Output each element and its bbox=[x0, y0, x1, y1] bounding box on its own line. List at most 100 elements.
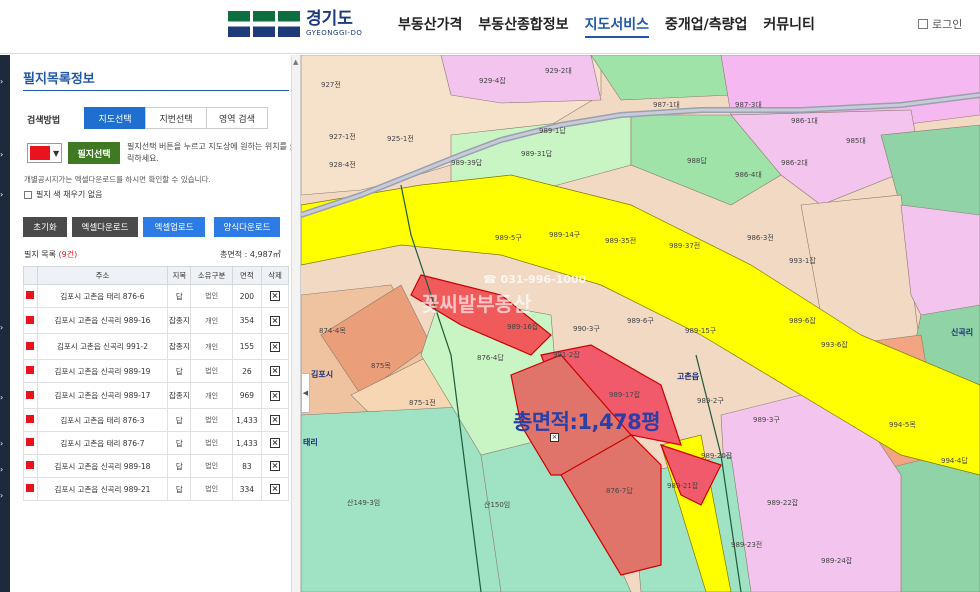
row-owner: 개인 bbox=[190, 382, 233, 409]
template-download-button[interactable]: 양식다운로드 bbox=[214, 217, 280, 237]
strip-marker-icon: › bbox=[0, 77, 4, 86]
nav-item-community[interactable]: 커뮤니티 bbox=[763, 14, 815, 38]
table-row[interactable]: 김포시 고촌읍 태리 876-3 답 법인 1,433 × bbox=[23, 408, 290, 432]
row-address: 김포시 고촌읍 신곡리 989-19 bbox=[36, 359, 169, 383]
parcel-label: 989-6잡 bbox=[789, 316, 816, 325]
cadastral-map[interactable]: 929-4잡 929-2대 927전 927-1전 925-1전 928-4전 … bbox=[301, 55, 980, 592]
row-color-cell bbox=[23, 307, 38, 334]
panel-scrollbar[interactable]: ▲ bbox=[291, 55, 300, 592]
parcel-label: 989-1답 bbox=[539, 126, 566, 135]
nav-item-info[interactable]: 부동산종합정보 bbox=[478, 14, 568, 38]
parcel-select-description: 필지선택 버튼을 누르고 지도상에 원하는 위치를 클릭하세요. bbox=[127, 142, 297, 163]
delete-icon[interactable]: × bbox=[269, 341, 280, 352]
parcel-label: 986-1대 bbox=[791, 117, 818, 125]
row-delete[interactable]: × bbox=[260, 333, 290, 360]
delete-icon[interactable]: × bbox=[269, 415, 280, 425]
parcel-color-swatch bbox=[26, 291, 35, 299]
map-close-icon[interactable]: × bbox=[550, 433, 559, 442]
row-jimok: 답 bbox=[167, 284, 192, 308]
parcel-label: 산150임 bbox=[484, 500, 510, 509]
delete-icon[interactable]: × bbox=[269, 390, 280, 401]
parcel-label: 989-24잡 bbox=[821, 556, 853, 565]
tab-lot-select[interactable]: 지번선택 bbox=[145, 107, 207, 129]
nav-item-brokerage[interactable]: 중개업/측량업 bbox=[665, 14, 747, 38]
row-delete[interactable]: × bbox=[260, 454, 290, 478]
row-owner: 법인 bbox=[190, 431, 233, 455]
parcel-color-picker[interactable]: ▼ bbox=[27, 143, 62, 163]
nav-item-price[interactable]: 부동산가격 bbox=[398, 14, 462, 38]
row-address: 김포시 고촌읍 신곡리 989-21 bbox=[36, 477, 169, 501]
parcel-color-swatch bbox=[26, 484, 35, 492]
excel-download-button[interactable]: 엑셀다운로드 bbox=[72, 217, 138, 237]
table-row[interactable]: 김포시 고촌읍 태리 876-6 답 법인 200 × bbox=[23, 284, 290, 308]
delete-icon[interactable]: × bbox=[269, 315, 280, 326]
parcel-label: 987-1대 bbox=[653, 101, 680, 109]
gyeonggi-logo[interactable]: 경기도 GYEONGGI-DO bbox=[228, 8, 362, 40]
parcel-label: 986-3전 bbox=[747, 233, 774, 242]
table-row[interactable]: 김포시 고촌읍 신곡리 989-17 잡종지 개인 969 × bbox=[23, 382, 290, 409]
parcel-label: 989-2구 bbox=[697, 397, 724, 405]
parcel-label: 929-2대 bbox=[545, 67, 572, 75]
row-delete[interactable]: × bbox=[260, 284, 290, 308]
table-row[interactable]: 김포시 고촌읍 신곡리 991-2 잡종지 개인 155 × bbox=[23, 333, 290, 360]
row-color-cell bbox=[23, 382, 38, 409]
strip-marker-icon: › bbox=[0, 491, 4, 500]
login-link[interactable]: 로그인 bbox=[918, 16, 962, 32]
reset-button[interactable]: 초기화 bbox=[23, 217, 67, 237]
delete-icon[interactable]: × bbox=[269, 291, 280, 301]
row-jimok: 잡종지 bbox=[167, 333, 192, 360]
parcel-list-panel: 필지목록정보 검색방법 지도선택 지번선택 영역 검색 ▼ 필지선택 필지선택 … bbox=[10, 55, 301, 592]
row-delete[interactable]: × bbox=[260, 307, 290, 334]
table-row[interactable]: 김포시 고촌읍 신곡리 989-16 잡종지 개인 354 × bbox=[23, 307, 290, 334]
parcel-color-swatch bbox=[26, 415, 35, 423]
row-owner: 법인 bbox=[190, 359, 233, 383]
row-area: 155 bbox=[231, 333, 262, 360]
top-header: 경기도 GYEONGGI-DO 부동산가격 부동산종합정보 지도서비스 중개업/… bbox=[0, 0, 980, 54]
excel-upload-button[interactable]: 엑셀업로드 bbox=[143, 217, 205, 237]
nav-item-map-service[interactable]: 지도서비스 bbox=[584, 14, 649, 38]
row-area: 200 bbox=[231, 284, 262, 308]
parcel-color-swatch bbox=[26, 366, 35, 374]
delete-icon[interactable]: × bbox=[269, 461, 280, 471]
row-delete[interactable]: × bbox=[260, 477, 290, 501]
logo-mark-icon bbox=[228, 11, 300, 37]
row-area: 334 bbox=[231, 477, 262, 501]
parcel-label: 927-1전 bbox=[329, 132, 356, 141]
row-color-cell bbox=[23, 408, 38, 432]
row-area: 26 bbox=[231, 359, 262, 383]
row-delete[interactable]: × bbox=[260, 359, 290, 383]
row-color-cell bbox=[23, 454, 38, 478]
parcel-label: 875-1전 bbox=[409, 398, 436, 407]
row-jimok: 답 bbox=[167, 454, 192, 478]
parcel-label: 989-6구 bbox=[627, 317, 654, 325]
scroll-up-icon[interactable]: ▲ bbox=[293, 58, 298, 66]
tab-area-search[interactable]: 영역 검색 bbox=[206, 107, 268, 129]
delete-icon[interactable]: × bbox=[269, 438, 280, 448]
table-row[interactable]: 김포시 고촌읍 태리 876-7 답 법인 1,433 × bbox=[23, 431, 290, 455]
no-fill-option[interactable]: 필지 색 채우기 없음 bbox=[24, 189, 103, 200]
row-delete[interactable]: × bbox=[260, 382, 290, 409]
left-menu-strip[interactable]: › › › › › › › › bbox=[0, 55, 10, 592]
parcel-label: 989-39답 bbox=[451, 158, 483, 167]
map-canvas[interactable]: 929-4잡 929-2대 927전 927-1전 925-1전 928-4전 … bbox=[301, 55, 980, 592]
map-total-area-label: 총면적:1,478평 bbox=[513, 410, 661, 434]
row-delete[interactable]: × bbox=[260, 408, 290, 432]
list-count: (9건) bbox=[58, 250, 78, 259]
place-label-singok: 신곡리 bbox=[951, 327, 973, 337]
panel-collapse-toggle[interactable]: ◀ bbox=[301, 373, 310, 413]
parcel-select-button[interactable]: 필지선택 bbox=[68, 142, 120, 164]
delete-icon[interactable]: × bbox=[269, 484, 280, 494]
row-address: 김포시 고촌읍 신곡리 991-2 bbox=[36, 333, 169, 360]
place-label-tae: 태리 bbox=[303, 437, 318, 447]
tab-map-select[interactable]: 지도선택 bbox=[84, 107, 146, 129]
table-row[interactable]: 김포시 고촌읍 신곡리 989-19 답 법인 26 × bbox=[23, 359, 290, 383]
row-owner: 법인 bbox=[190, 284, 233, 308]
table-row[interactable]: 김포시 고촌읍 신곡리 989-21 답 법인 334 × bbox=[23, 477, 290, 501]
parcel-label: 987-3대 bbox=[735, 101, 762, 109]
table-row[interactable]: 김포시 고촌읍 신곡리 989-18 답 법인 83 × bbox=[23, 454, 290, 478]
no-fill-checkbox[interactable] bbox=[24, 190, 32, 199]
row-owner: 법인 bbox=[190, 454, 233, 478]
row-delete[interactable]: × bbox=[260, 431, 290, 455]
place-label-gimpo: 김포시 bbox=[311, 369, 333, 379]
delete-icon[interactable]: × bbox=[269, 366, 280, 376]
